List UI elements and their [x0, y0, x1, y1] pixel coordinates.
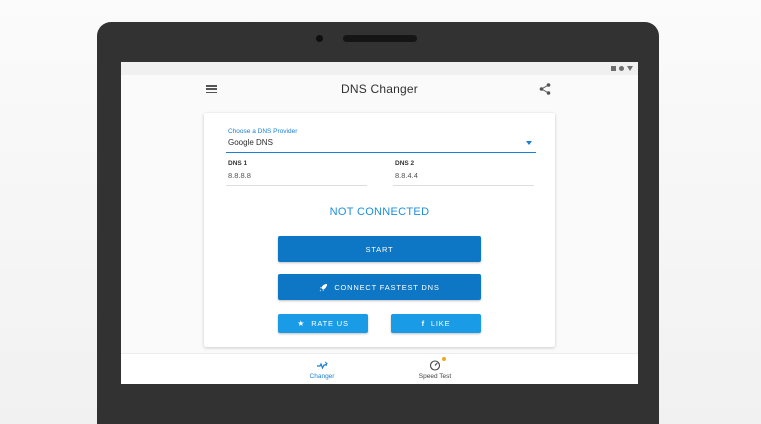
dns1-value: 8.8.8.8	[228, 171, 251, 180]
notification-icon	[611, 66, 616, 71]
dns2-label: DNS 2	[395, 160, 415, 167]
connect-fastest-dns-label: CONNECT FASTEST DNS	[334, 282, 440, 292]
wifi-icon	[627, 66, 633, 71]
changer-icon	[317, 361, 328, 370]
dns1-label: DNS 1	[228, 160, 248, 167]
provider-value: Google DNS	[228, 138, 273, 147]
like-button[interactable]: f LIKE	[391, 314, 481, 333]
start-button-label: START	[365, 244, 394, 254]
connect-fastest-dns-button[interactable]: CONNECT FASTEST DNS	[278, 274, 481, 300]
nav-label-speed-test: Speed Test	[418, 373, 452, 380]
sync-icon	[619, 66, 624, 71]
speedometer-icon	[429, 360, 441, 371]
start-button[interactable]: START	[278, 236, 481, 262]
menu-icon[interactable]	[206, 83, 218, 95]
notification-dot	[442, 357, 446, 361]
camera-icon	[316, 35, 323, 42]
bottom-navigation: Changer Speed Test	[121, 353, 638, 384]
app-screen: DNS Changer Choose a DNS Provider Google…	[121, 62, 638, 384]
nav-item-changer[interactable]: Changer	[287, 354, 357, 384]
dropdown-arrow-icon	[526, 141, 532, 145]
dns-card: Choose a DNS Provider Google DNS DNS 1 8…	[204, 113, 555, 347]
app-bar: DNS Changer	[121, 75, 638, 103]
dns2-value: 8.8.4.4	[395, 171, 418, 180]
facebook-icon: f	[421, 318, 425, 328]
rocket-icon	[319, 283, 328, 291]
page-title: DNS Changer	[341, 82, 418, 96]
like-label: LIKE	[430, 319, 451, 328]
connection-status: NOT CONNECTED	[329, 206, 430, 218]
rate-us-label: RATE US	[311, 319, 349, 328]
tablet-frame: DNS Changer Choose a DNS Provider Google…	[97, 22, 659, 424]
rate-us-button[interactable]: ★ RATE US	[278, 314, 368, 333]
provider-label: Choose a DNS Provider	[228, 128, 298, 135]
dns2-field[interactable]: DNS 2 8.8.4.4	[393, 159, 534, 186]
dns1-field[interactable]: DNS 1 8.8.8.8	[226, 159, 367, 186]
star-icon: ★	[297, 318, 306, 328]
speaker-grille	[343, 35, 417, 42]
status-bar	[121, 62, 638, 75]
nav-label-changer: Changer	[309, 373, 335, 380]
share-icon[interactable]	[538, 82, 552, 96]
nav-item-speed-test[interactable]: Speed Test	[400, 354, 470, 384]
